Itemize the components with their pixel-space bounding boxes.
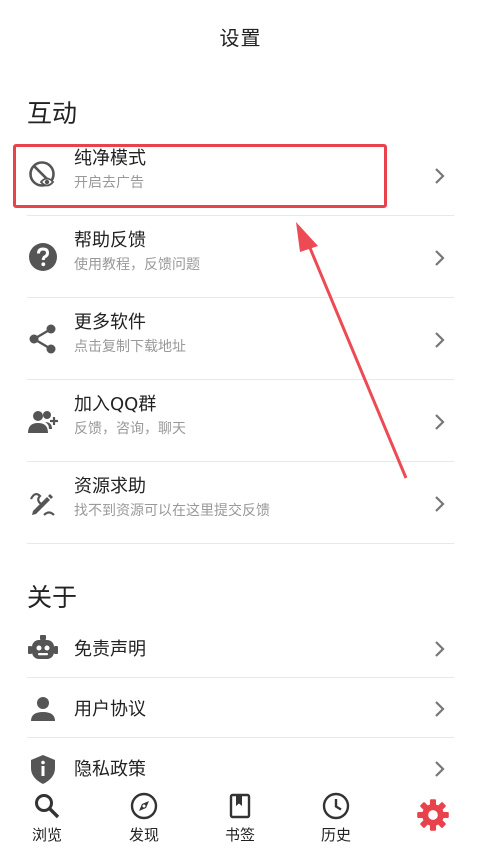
nav-label-history: 历史 — [320, 826, 351, 844]
chevron-right-icon — [435, 641, 445, 657]
page-title: 设置 — [219, 25, 262, 50]
settings-item-more-software[interactable]: 更多软件 点击复制下载地址 — [27, 298, 454, 380]
help-feedback-sublabel: 使用教程，反馈问题 — [74, 257, 200, 273]
draw-icon — [30, 492, 55, 516]
group-add-icon — [28, 411, 58, 433]
resource-request-sublabel: 找不到资源可以在这里提交反馈 — [74, 503, 270, 519]
nav-item-bookmarks[interactable]: 书签 — [210, 792, 270, 852]
section-title-about: 关于 — [27, 583, 78, 612]
section-title-interaction: 互动 — [27, 99, 78, 128]
disclaimer-label: 免责声明 — [74, 639, 146, 660]
chevron-right-icon — [435, 496, 445, 512]
clock-icon — [322, 792, 350, 820]
chevron-right-icon — [435, 250, 445, 266]
gear-icon — [417, 799, 449, 831]
chevron-right-icon — [435, 332, 445, 348]
nav-item-discover[interactable]: 发现 — [114, 792, 174, 852]
chevron-right-icon — [435, 701, 445, 717]
nav-item-browse[interactable]: 浏览 — [17, 792, 77, 852]
more-software-sublabel: 点击复制下载地址 — [74, 339, 186, 355]
settings-item-disclaimer[interactable]: 免责声明 — [27, 618, 454, 678]
settings-item-user-agreement[interactable]: 用户协议 — [27, 678, 454, 738]
robot-icon — [28, 635, 58, 659]
privacy-policy-label: 隐私政策 — [74, 759, 146, 780]
person-icon — [31, 697, 55, 721]
shield-icon — [31, 755, 55, 784]
bookmark-icon — [229, 793, 251, 819]
nav-item-settings[interactable] — [403, 792, 463, 852]
more-software-label: 更多软件 — [74, 312, 146, 333]
chevron-right-icon — [435, 168, 445, 184]
settings-item-join-qq-group[interactable]: 加入QQ群 反馈，咨询，聊天 — [27, 380, 454, 462]
app-bar: 设置 — [0, 0, 481, 72]
join-qq-group-label: 加入QQ群 — [74, 394, 157, 415]
settings-item-resource-request[interactable]: 资源求助 找不到资源可以在这里提交反馈 — [27, 462, 454, 544]
compass-icon — [130, 792, 158, 820]
nav-label-bookmarks: 书签 — [224, 826, 255, 844]
chevron-right-icon — [435, 414, 445, 430]
nav-item-history[interactable]: 历史 — [306, 792, 366, 852]
help-feedback-label: 帮助反馈 — [74, 230, 146, 251]
nav-label-browse: 浏览 — [31, 826, 62, 844]
help-icon — [29, 243, 57, 271]
resource-request-label: 资源求助 — [74, 476, 146, 497]
highlight-box — [13, 144, 387, 208]
search-icon — [35, 794, 60, 819]
share-icon — [29, 324, 56, 354]
bottom-navigation: 浏览 发现 书签 历史 — [0, 786, 481, 856]
nav-label-discover: 发现 — [128, 826, 159, 844]
settings-item-help-feedback[interactable]: 帮助反馈 使用教程，反馈问题 — [27, 216, 454, 298]
chevron-right-icon — [435, 761, 445, 777]
user-agreement-label: 用户协议 — [74, 699, 146, 720]
join-qq-group-sublabel: 反馈，咨询，聊天 — [74, 421, 186, 437]
